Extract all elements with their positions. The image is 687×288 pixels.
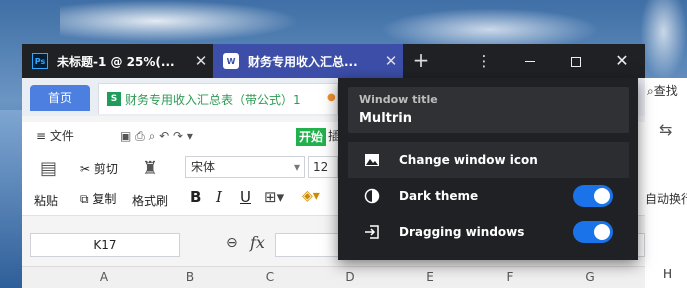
copy-label: 复制: [92, 192, 117, 206]
photoshop-icon: Ps: [32, 53, 48, 69]
contrast-icon: [364, 188, 380, 204]
menu-item-label: Change window icon: [399, 153, 538, 167]
multrin-menu-panel: Window title Multrin Change window icon …: [338, 78, 638, 260]
zoom-icon[interactable]: ⊖: [226, 235, 238, 251]
search-icon: ⌕: [647, 84, 654, 98]
image-icon: [364, 152, 380, 168]
menu-item-label: Dark theme: [399, 189, 479, 203]
tab-title: 未标题-1 @ 25%(...: [57, 54, 175, 69]
format-painter-button[interactable]: 格式刷: [132, 192, 168, 209]
find-label: 查找: [653, 84, 678, 98]
close-icon[interactable]: ✕: [379, 52, 403, 70]
wrap-icon[interactable]: ⇆: [659, 120, 672, 139]
copy-button[interactable]: ⧉ 复制: [80, 190, 116, 207]
close-icon[interactable]: ✕: [189, 52, 213, 70]
minimize-button[interactable]: [508, 44, 552, 78]
dragging-windows-item[interactable]: Dragging windows: [348, 214, 629, 250]
paste-button[interactable]: 粘贴: [34, 192, 58, 209]
column-header[interactable]: D: [340, 270, 360, 284]
name-box[interactable]: K17: [30, 233, 180, 257]
wps-ribbon-right: ⌕查找 ⇆ 自动换行 H: [645, 78, 687, 288]
column-header[interactable]: C: [260, 270, 280, 284]
function-icon[interactable]: fx: [250, 233, 265, 252]
brush-icon[interactable]: ♜: [142, 158, 158, 179]
column-header[interactable]: E: [420, 270, 440, 284]
document-tab-label: 财务专用收入汇总表（带公式）1: [125, 92, 301, 107]
document-tab[interactable]: S 财务专用收入汇总表（带公式）1: [98, 83, 338, 114]
column-headers: A B C D E F G: [22, 266, 645, 288]
column-header[interactable]: G: [580, 270, 600, 284]
cut-button[interactable]: ✂ 剪切: [80, 160, 118, 177]
window-title-label: Window title: [359, 93, 438, 106]
tab-title: 财务专用收入汇总...: [248, 54, 358, 69]
auto-wrap-button[interactable]: 自动换行: [645, 190, 687, 207]
column-header[interactable]: F: [500, 270, 520, 284]
tab-wps[interactable]: W 财务专用收入汇总... ✕: [213, 44, 403, 78]
sky-cloud: [60, 0, 300, 42]
dragging-windows-toggle[interactable]: [573, 221, 613, 243]
underline-button[interactable]: U: [240, 188, 251, 206]
close-window-button[interactable]: ✕: [600, 44, 644, 78]
window-title-field[interactable]: Window title Multrin: [348, 87, 629, 133]
italic-button[interactable]: I: [216, 188, 222, 206]
border-icon[interactable]: ⊞▾: [264, 188, 284, 206]
font-value: 宋体: [191, 160, 216, 174]
start-tab[interactable]: 开始: [296, 128, 327, 146]
unsaved-dot-icon: ●: [327, 92, 336, 103]
chevron-down-icon: ▾: [293, 160, 300, 174]
tab-bar: Ps 未标题-1 @ 25%(... ✕ W 财务专用收入汇总... ✕ + ⋮…: [22, 44, 645, 78]
sky-cloud: [640, 0, 687, 80]
wps-icon: W: [223, 53, 239, 69]
maximize-button[interactable]: [554, 44, 598, 78]
bold-button[interactable]: B: [190, 188, 201, 206]
menu-icon[interactable]: ⋮: [462, 44, 506, 78]
quick-access-icons[interactable]: ▣ ⎙ ⌕ ↶ ↷ ▾: [120, 126, 193, 146]
copy-icon: ⧉: [80, 192, 89, 206]
change-window-icon-item[interactable]: Change window icon: [348, 142, 629, 178]
sky-cloud: [380, 8, 600, 44]
column-header[interactable]: A: [94, 270, 114, 284]
column-header[interactable]: B: [180, 270, 200, 284]
home-tab[interactable]: 首页: [30, 85, 90, 111]
toggle-knob: [594, 188, 610, 204]
cut-label: 剪切: [93, 162, 118, 176]
toggle-knob: [594, 224, 610, 240]
spreadsheet-icon: S: [107, 92, 121, 106]
dark-theme-toggle[interactable]: [573, 185, 613, 207]
add-tab-button[interactable]: +: [406, 44, 436, 78]
menu-item-label: Dragging windows: [399, 225, 525, 239]
column-header[interactable]: H: [663, 267, 672, 281]
dark-theme-item[interactable]: Dark theme: [348, 178, 629, 214]
scissors-icon: ✂: [80, 162, 91, 176]
file-menu[interactable]: ≡ 文件: [36, 126, 74, 146]
tab-photoshop[interactable]: Ps 未标题-1 @ 25%(... ✕: [22, 44, 213, 78]
window-title-value[interactable]: Multrin: [359, 111, 412, 126]
font-select[interactable]: 宋体 ▾: [185, 156, 305, 178]
maximize-icon: [571, 56, 581, 67]
fill-color-icon[interactable]: ◈▾: [302, 188, 320, 204]
sky-strip: [0, 110, 24, 288]
find-button[interactable]: ⌕查找: [647, 82, 678, 99]
minimize-icon: [525, 61, 535, 62]
font-size-select[interactable]: 12: [308, 156, 338, 178]
enter-window-icon: [364, 224, 380, 240]
paste-icon[interactable]: ▤: [40, 158, 57, 179]
